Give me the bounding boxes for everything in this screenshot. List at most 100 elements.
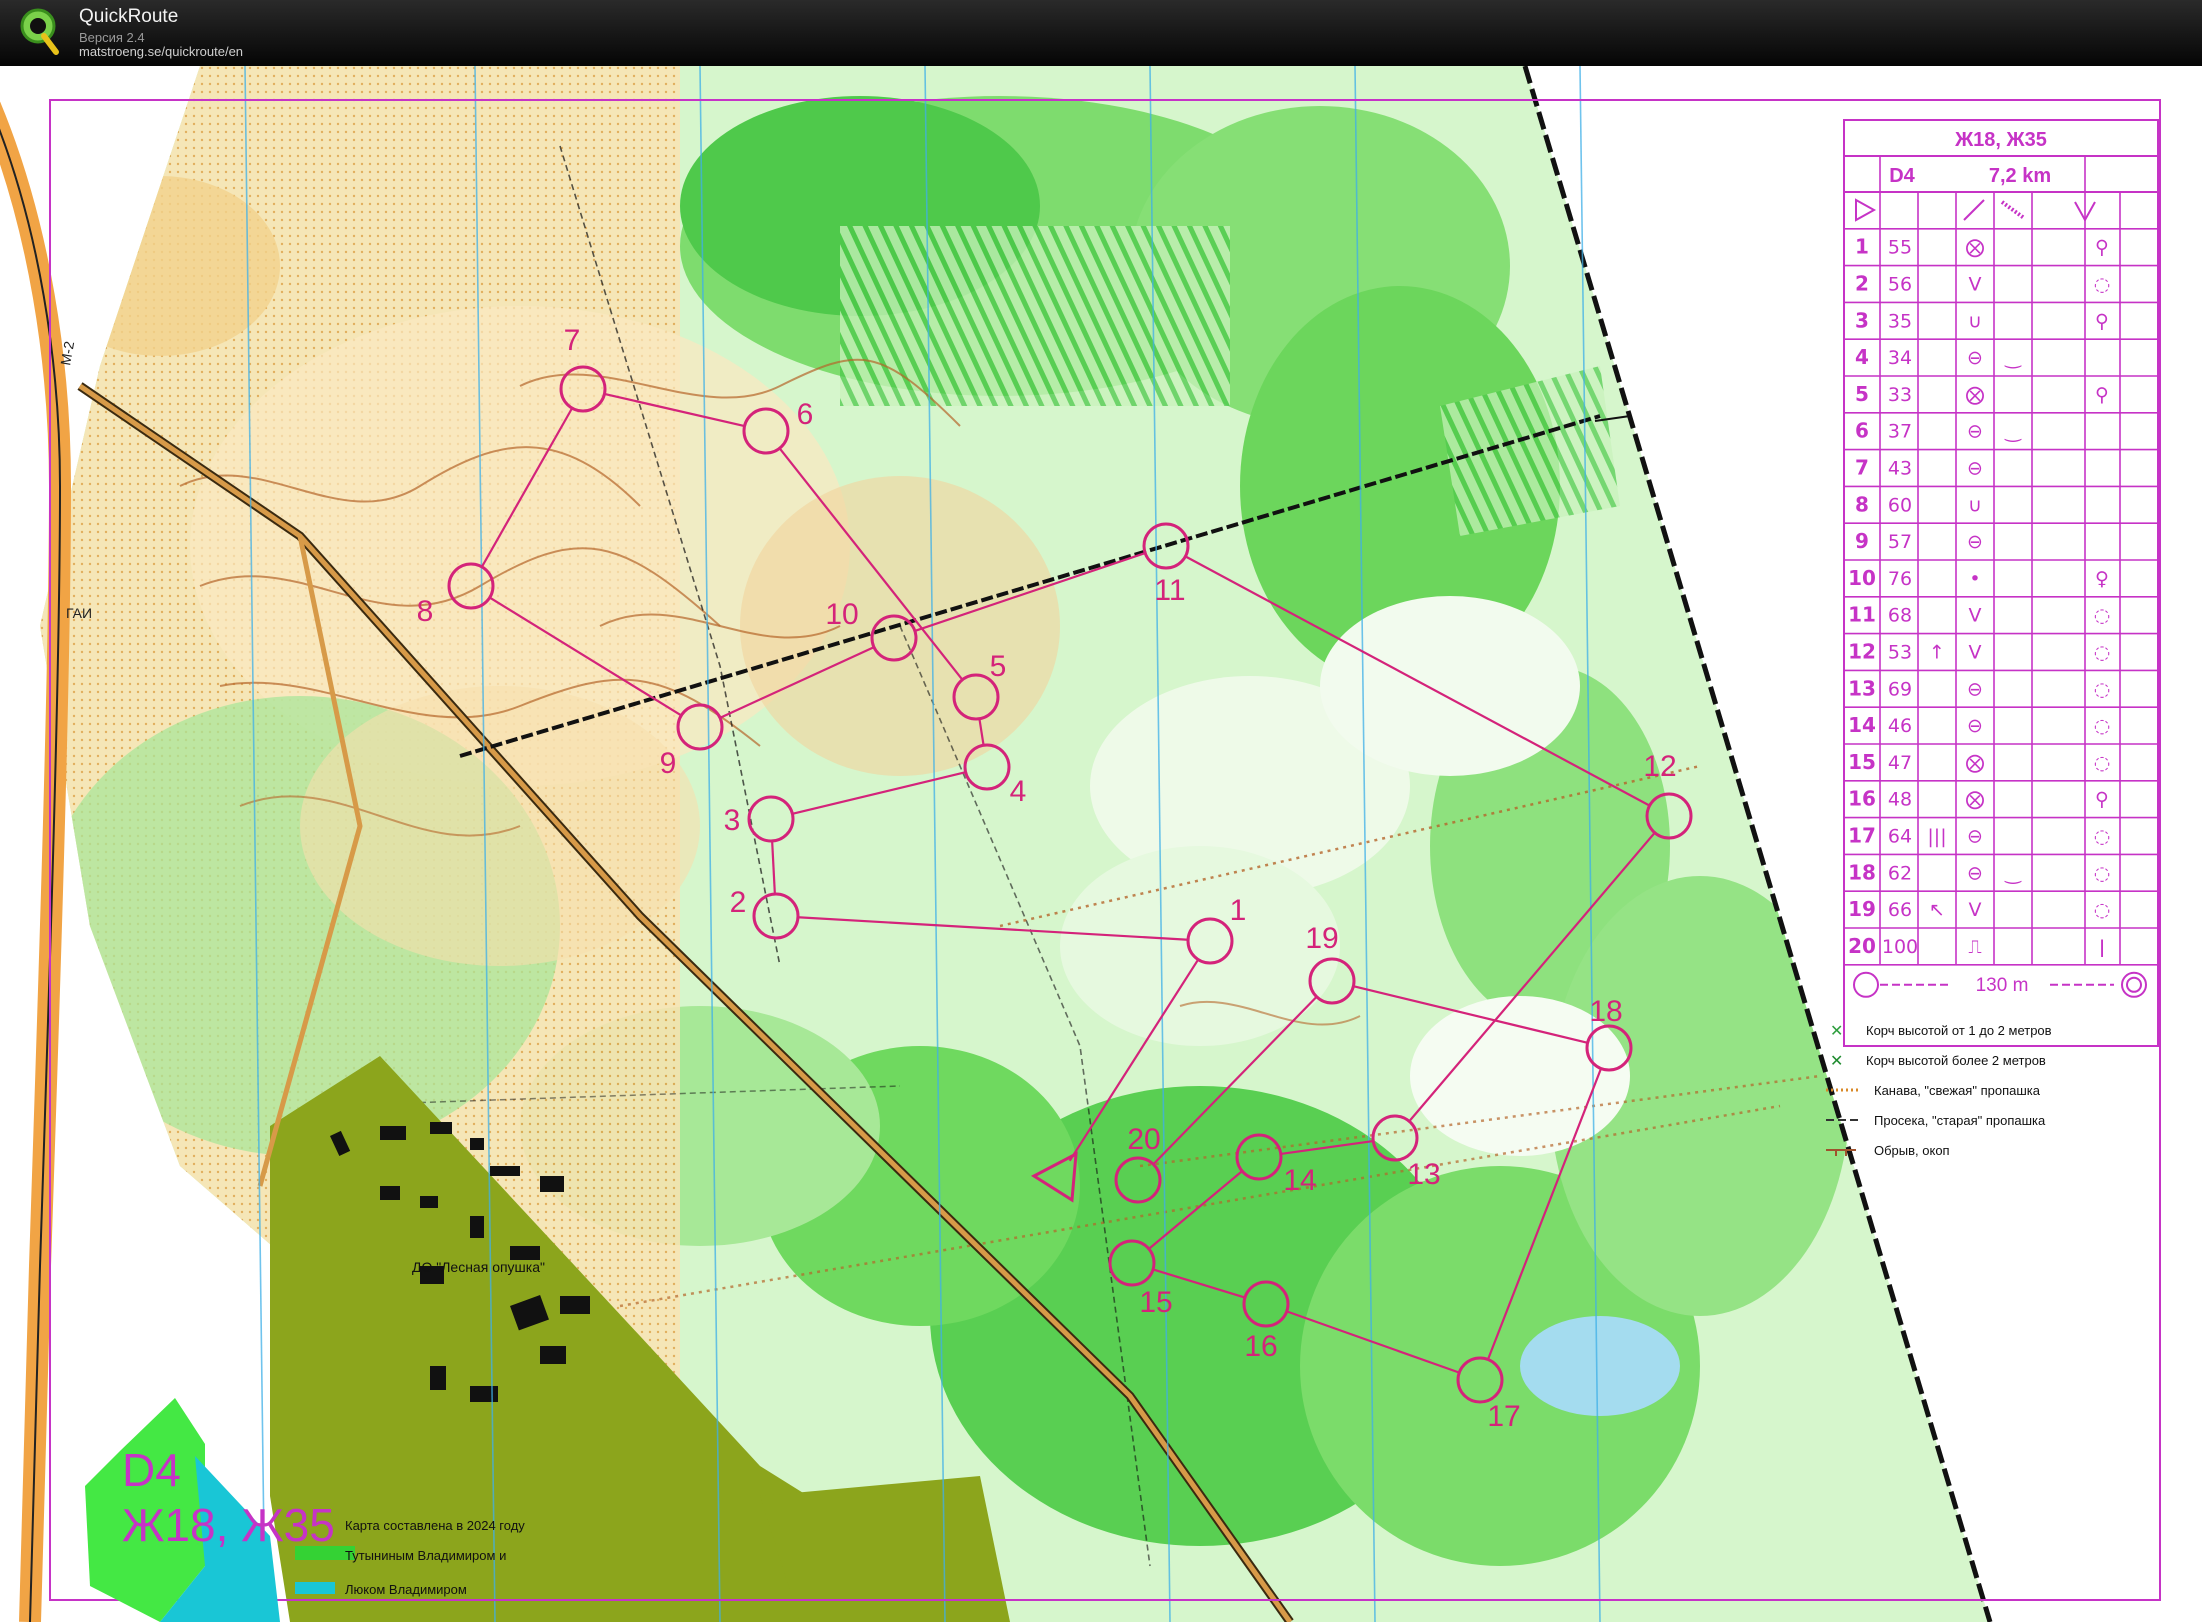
control-number: 16 xyxy=(1244,1330,1277,1363)
cd-control-number: 15 xyxy=(1848,750,1876,774)
cd-control-number: 20 xyxy=(1848,934,1876,958)
credits-line3: Люком Владимиром xyxy=(345,1582,467,1597)
cd-control-code: 76 xyxy=(1888,568,1912,590)
control-number: 3 xyxy=(724,804,741,837)
cd-location-symbol: ◌ xyxy=(2094,642,2111,664)
cd-control-code: 69 xyxy=(1888,678,1912,700)
cd-feature-symbol: ⊖ xyxy=(1967,678,1983,700)
control-number: 13 xyxy=(1407,1158,1440,1191)
control-number: 17 xyxy=(1487,1400,1520,1433)
control-number: 20 xyxy=(1127,1123,1160,1156)
cd-control-code: 37 xyxy=(1888,421,1912,443)
cd-control-code: 57 xyxy=(1888,531,1912,553)
cd-course-length: 7,2 km xyxy=(1989,165,2051,187)
cd-course-code: D4 xyxy=(1889,165,1915,187)
cd-control-number: 2 xyxy=(1855,272,1869,296)
cd-control-number: 14 xyxy=(1848,713,1876,737)
cd-control-number: 19 xyxy=(1848,897,1876,921)
legend-thicket-icon: ✕ xyxy=(1830,1021,1843,1040)
cd-feature-symbol: ⎍ xyxy=(1968,936,1981,958)
control-number: 5 xyxy=(990,650,1007,683)
cd-feature-symbol: ⨂ xyxy=(1966,237,1985,259)
cd-control-number: 3 xyxy=(1855,308,1869,332)
legend-label: Корч высотой от 1 до 2 метров xyxy=(1866,1023,2052,1038)
cd-control-code: 48 xyxy=(1888,789,1912,811)
cd-feature-symbol: ∪ xyxy=(1968,494,1982,516)
cd-location-symbol: ◌ xyxy=(2094,826,2111,848)
legend-label: Обрыв, окоп xyxy=(1874,1143,1950,1158)
cd-control-number: 8 xyxy=(1855,492,1869,516)
credits-line2: Тутыниным Владимиром и xyxy=(345,1548,506,1563)
control-number: 19 xyxy=(1305,922,1338,955)
cd-feature-symbol: ⊖ xyxy=(1967,531,1983,553)
cd-control-number: 16 xyxy=(1848,787,1876,811)
control-number: 4 xyxy=(1010,775,1027,808)
legend-label: Канава, "свежая" пропашка xyxy=(1874,1083,2041,1098)
badge-categories: Ж18, Ж35 xyxy=(122,1499,335,1551)
cd-feature-symbol: ⊖ xyxy=(1967,862,1983,884)
cd-control-code: 35 xyxy=(1888,310,1912,332)
cd-feature-symbol: ∪ xyxy=(1968,310,1982,332)
cd-feature-symbol: ⊖ xyxy=(1967,458,1983,480)
cd-control-code: 55 xyxy=(1888,237,1912,259)
cd-feature-symbol: • xyxy=(1969,568,1980,590)
cd-feature-symbol: V xyxy=(1969,899,1982,921)
cd-column-c: ||| xyxy=(1927,826,1946,848)
cd-control-code: 33 xyxy=(1888,384,1912,406)
cd-control-number: 17 xyxy=(1848,824,1876,848)
cd-location-symbol: ◌ xyxy=(2094,678,2111,700)
orienteering-map[interactable]: М-2 ГАИ ДО "Лесная опушка" 1234567891011… xyxy=(0,66,2202,1622)
cd-location-symbol: ⚲ xyxy=(2095,310,2109,332)
cd-location-symbol: ◌ xyxy=(2094,899,2111,921)
app-version: Версия 2.4 xyxy=(79,30,145,45)
app-title: QuickRoute xyxy=(79,6,179,27)
cd-feature-symbol: V xyxy=(1969,642,1982,664)
cd-control-code: 34 xyxy=(1888,347,1912,369)
cd-column-c: ↑ xyxy=(1929,642,1945,664)
window-title-bar: QuickRoute Версия 2.4 matstroeng.se/quic… xyxy=(0,0,2202,66)
cd-control-code: 100 xyxy=(1882,936,1918,958)
control-number: 9 xyxy=(660,747,677,780)
cd-control-number: 4 xyxy=(1855,345,1869,369)
cd-control-number: 13 xyxy=(1848,676,1876,700)
control-number: 15 xyxy=(1139,1286,1172,1319)
cd-location-symbol: ⚲ xyxy=(2095,237,2109,259)
cd-appearance-symbol: ‿ xyxy=(2004,862,2022,884)
cd-control-number: 9 xyxy=(1855,529,1869,553)
cd-appearance-symbol: ‿ xyxy=(2004,347,2022,369)
place-label: ДО "Лесная опушка" xyxy=(412,1259,545,1275)
cd-control-number: 1 xyxy=(1855,235,1869,259)
cd-location-symbol: ⚲ xyxy=(2095,789,2109,811)
cd-feature-symbol: ⊖ xyxy=(1967,715,1983,737)
map-viewport[interactable]: М-2 ГАИ ДО "Лесная опушка" 1 2 3 4 5 6 7 8 9 10 11… xyxy=(0,66,2202,1622)
cd-location-symbol: ◌ xyxy=(2094,862,2111,884)
credits-line1: Карта составлена в 2024 году xyxy=(345,1518,525,1533)
cd-feature-symbol: ⊖ xyxy=(1967,826,1983,848)
cd-control-number: 18 xyxy=(1848,860,1876,884)
cd-control-code: 64 xyxy=(1888,826,1912,848)
cd-control-code: 62 xyxy=(1888,862,1912,884)
badge-course-code: D4 xyxy=(122,1444,181,1496)
cd-location-symbol: ⚲ xyxy=(2095,384,2109,406)
cd-control-code: 56 xyxy=(1888,274,1912,296)
cd-feature-symbol: V xyxy=(1969,605,1982,627)
control-number: 12 xyxy=(1643,750,1676,783)
cd-control-code: 43 xyxy=(1888,458,1912,480)
cd-column-c: ↖ xyxy=(1929,899,1945,921)
legend-thicket-icon: ✕ xyxy=(1830,1051,1843,1070)
cd-control-code: 60 xyxy=(1888,494,1912,516)
legend-label: Корч высотой более 2 метров xyxy=(1866,1053,2046,1068)
app-url-link[interactable]: matstroeng.se/quickroute/en xyxy=(79,44,243,59)
cd-control-number: 7 xyxy=(1855,456,1869,480)
cd-feature-symbol: V xyxy=(1969,274,1982,296)
cd-control-number: 6 xyxy=(1855,419,1869,443)
cd-location-symbol: ◌ xyxy=(2094,715,2111,737)
cd-finish-distance: 130 m xyxy=(1976,975,2029,996)
cd-control-code: 47 xyxy=(1888,752,1912,774)
control-number: 6 xyxy=(797,398,814,431)
cd-feature-symbol: ⊖ xyxy=(1967,347,1983,369)
quickroute-q-logo-icon xyxy=(20,8,59,55)
control-number: 8 xyxy=(417,595,434,628)
cd-feature-symbol: ⨂ xyxy=(1966,384,1985,406)
cd-location-symbol: ♀ xyxy=(2095,568,2109,590)
